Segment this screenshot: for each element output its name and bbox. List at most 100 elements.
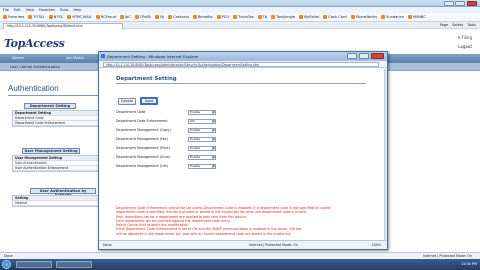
divider — [8, 95, 100, 96]
page-icon — [168, 15, 173, 19]
page-icon — [154, 15, 159, 19]
link[interactable]: Benefits — [192, 15, 213, 19]
address-input[interactable]: http://10.1.110.30:8080/TopAccess/Admini… — [103, 62, 379, 67]
setting-row: Department Management (List) Enable ▼ — [116, 163, 216, 169]
link[interactable]: TaskJungle — [271, 15, 295, 19]
page-icon — [350, 15, 355, 19]
popup-close-button[interactable] — [371, 53, 384, 59]
chevron-down-icon: ▼ — [211, 137, 215, 141]
setting-row: Department Code Enforcement ON ▼ — [116, 118, 216, 124]
topaccess-logo: TopAccess — [4, 37, 65, 50]
link[interactable]: Sundance — [381, 15, 404, 19]
table-row: Method — [13, 201, 103, 206]
minimize-button[interactable] — [444, 1, 454, 6]
page-icon — [323, 15, 328, 19]
link[interactable]: TurboTax — [232, 15, 254, 19]
efiling-link[interactable]: e-Filing — [458, 33, 472, 42]
maximize-button[interactable] — [455, 1, 465, 6]
department-setting-button[interactable]: Department Setting — [24, 103, 76, 109]
browser-status-bar: Done Internet | Protected Mode: On — [0, 252, 480, 259]
popup-status-bar: Done Internet | Protected Mode: On 100% — [99, 240, 387, 249]
chevron-down-icon: ▼ — [211, 164, 215, 168]
zoom-level[interactable]: 100% — [372, 241, 381, 249]
link[interactable]: NTSC — [48, 15, 63, 19]
chevron-down-icon: ▼ — [211, 128, 215, 132]
enforcement-select[interactable]: ON ▼ — [188, 118, 216, 124]
popup-address-bar: http://10.1.110.30:8080/TopAccess/Admini… — [99, 61, 387, 68]
link[interactable]: Cash Card — [323, 15, 347, 19]
subnav-label[interactable]: User Control Authentication — [10, 65, 60, 69]
copy-select[interactable]: Enable ▼ — [188, 127, 216, 133]
chevron-down-icon: ▼ — [211, 155, 215, 159]
link[interactable]: PCU — [216, 15, 229, 19]
ie-icon — [101, 54, 105, 58]
page-menu[interactable]: Page — [440, 22, 448, 29]
page-icon — [257, 15, 262, 19]
user-management-setting-button[interactable]: User Management Setting — [22, 148, 80, 154]
page-icon — [381, 15, 386, 19]
page-icon — [67, 15, 72, 19]
page-icon — [48, 15, 53, 19]
setting-row: Department Management (Fax) Enable ▼ — [116, 136, 216, 142]
chevron-down-icon: ▼ — [211, 146, 215, 150]
browser-tab[interactable]: http://10.1.110.30:8080/TopAccess/Defaul… — [3, 23, 123, 29]
start-button[interactable] — [2, 260, 11, 269]
page-icon — [28, 15, 33, 19]
popup-content: Department Setting Cancel Save Departmen… — [100, 69, 386, 241]
page-icon — [271, 15, 276, 19]
clock[interactable]: 12:00 PM — [461, 261, 477, 268]
safety-menu[interactable]: Safety — [452, 22, 463, 29]
tab-bar: http://10.1.110.30:8080/TopAccess/Defaul… — [0, 22, 480, 29]
page-title: Authentication — [8, 84, 59, 93]
favorites-link[interactable]: Favorites — [3, 15, 24, 19]
close-button[interactable] — [467, 1, 477, 6]
popup-minimize-button[interactable] — [347, 53, 357, 59]
scan-select[interactable]: Enable ▼ — [188, 154, 216, 160]
star-icon — [3, 15, 7, 19]
logout-link[interactable]: Logout — [458, 42, 472, 51]
nav-device[interactable]: Device — [12, 56, 24, 60]
popup-maximize-button[interactable] — [359, 53, 369, 59]
taskbar: 12:00 PM — [0, 259, 480, 270]
link[interactable]: MyRelief — [299, 15, 319, 19]
page-icon — [299, 15, 304, 19]
taskbar-item[interactable] — [56, 261, 92, 268]
department-setting-window: Department Setting - Windows Internet Ex… — [98, 51, 388, 250]
page-icon — [407, 15, 412, 19]
link[interactable]: CPsilB — [134, 15, 151, 19]
link[interactable]: TOTAL — [28, 15, 45, 19]
chevron-down-icon: ▼ — [211, 110, 215, 114]
link[interactable]: TA — [257, 15, 267, 19]
page-icon — [192, 15, 197, 19]
fax-select[interactable]: Enable ▼ — [188, 136, 216, 142]
list-select[interactable]: Enable ▼ — [188, 163, 216, 169]
cancel-button[interactable]: Cancel — [118, 98, 136, 105]
chevron-down-icon: ▼ — [211, 119, 215, 123]
tools-menu[interactable]: Tools — [467, 22, 476, 29]
taskbar-item[interactable] — [16, 261, 52, 268]
user-management-table: User Management Setting User Authenticat… — [12, 155, 104, 172]
department-setting-heading: Department Setting — [116, 76, 177, 82]
scanner-auth-button[interactable]: User Authentication by Scanner — [30, 188, 96, 197]
setting-row: Department Management (Copy) Enable ▼ — [116, 127, 216, 133]
link[interactable]: YA — [154, 15, 164, 19]
department-table: Department Setting Department Code Depar… — [12, 110, 104, 127]
popup-titlebar: Department Setting - Windows Internet Ex… — [99, 52, 387, 61]
link[interactable]: MSNBC — [407, 15, 426, 19]
table-row: User Authentication Enforcement — [13, 166, 103, 171]
save-button[interactable]: Save — [140, 97, 158, 105]
print-select[interactable]: Enable ▼ — [188, 145, 216, 151]
link[interactable]: JbC — [119, 15, 131, 19]
department-code-select[interactable]: Enable ▼ — [188, 109, 216, 115]
link[interactable]: ShareWorks — [350, 15, 377, 19]
nav-job-status[interactable]: Job Status — [66, 56, 84, 60]
popup-title: Department Setting - Windows Internet Ex… — [107, 54, 199, 59]
page-icon — [232, 15, 237, 19]
scanner-auth-table: Setting Method — [12, 195, 104, 207]
popup-scrollbar[interactable] — [384, 69, 387, 241]
link[interactable]: NTRC MAIL — [67, 15, 92, 19]
link[interactable]: Contacts — [168, 15, 189, 19]
header-links: e-Filing Logout — [458, 33, 472, 51]
page-icon — [134, 15, 139, 19]
link[interactable]: RCProud — [95, 15, 116, 19]
